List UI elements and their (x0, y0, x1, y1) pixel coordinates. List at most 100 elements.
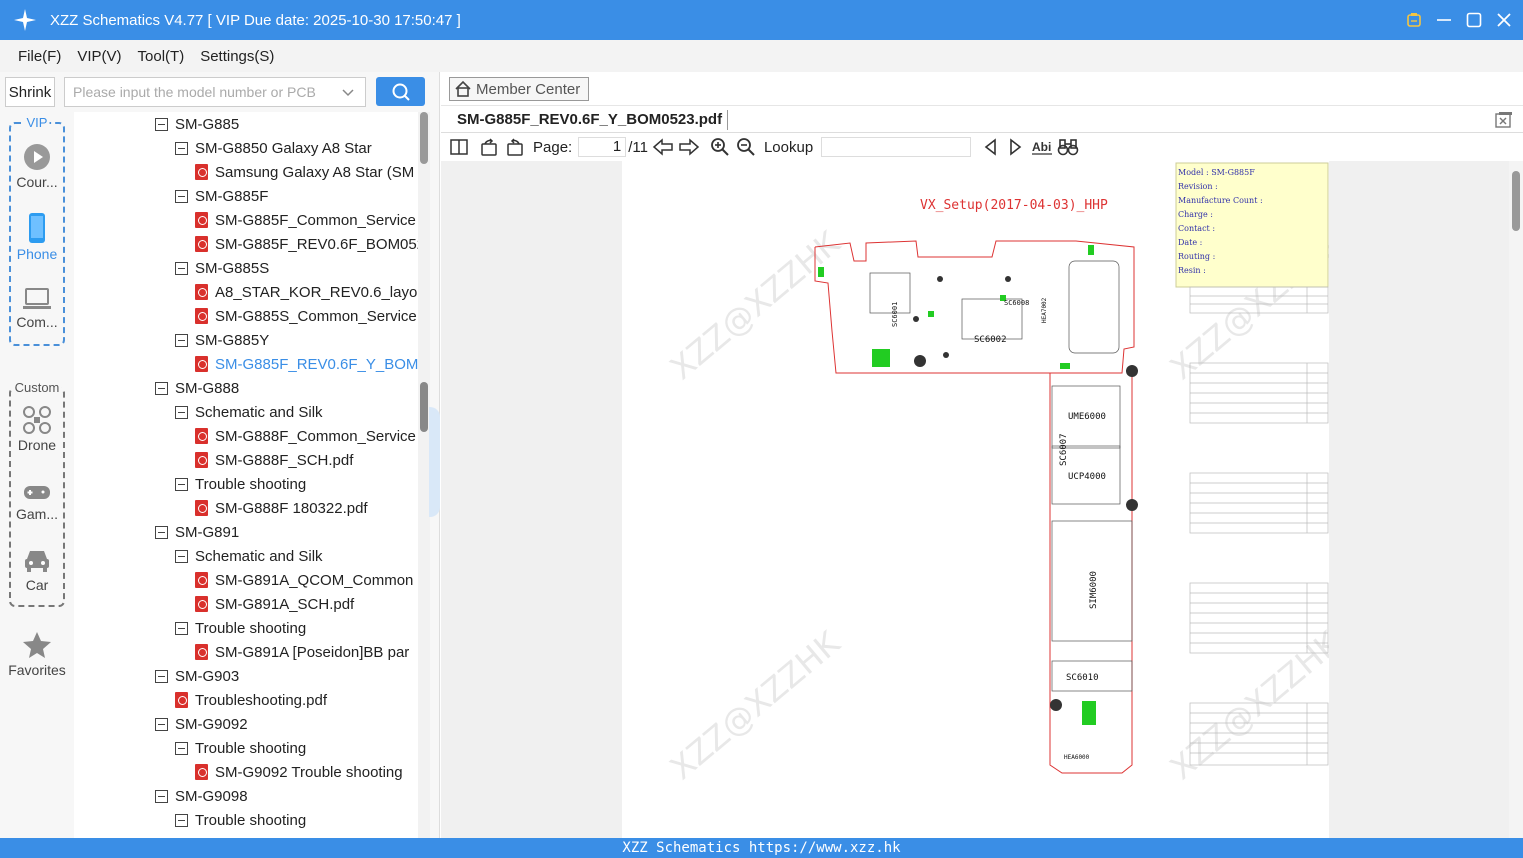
watermark-text: XZZ@XZZHK (1163, 623, 1329, 787)
tree-file[interactable]: SM-G891A [Poseidon]BB par (195, 640, 409, 664)
category-drone[interactable]: Drone (0, 405, 74, 453)
collapse-icon[interactable] (175, 261, 188, 275)
menu-tool[interactable]: Tool(T) (138, 48, 185, 65)
collapse-icon[interactable] (155, 789, 168, 803)
tree-node[interactable]: Trouble shooting (175, 472, 306, 496)
rotate-left-icon[interactable] (479, 137, 499, 157)
page-number-input[interactable]: 1 (578, 137, 627, 157)
collapse-icon[interactable] (175, 549, 188, 563)
sidebar-toggle-icon[interactable] (449, 137, 469, 157)
collapse-icon[interactable] (175, 813, 188, 827)
tree-node[interactable]: SM-G9092 (155, 712, 248, 736)
tree-node[interactable]: SM-G885 (155, 112, 239, 136)
info-line: Date : (1178, 238, 1202, 247)
tree-node[interactable]: Schematic and Silk (175, 544, 323, 568)
collapse-icon[interactable] (175, 741, 188, 755)
collapse-icon[interactable] (175, 333, 188, 347)
tree-file[interactable]: SM-G9092 Trouble shooting (195, 760, 403, 784)
tree-file[interactable]: SM-G888F_Common_Service (195, 424, 416, 448)
category-phone[interactable]: Phone (0, 212, 74, 262)
page-scroll-thumb[interactable] (1512, 171, 1520, 231)
panel-collapse-handle[interactable] (429, 407, 440, 517)
minimize-button[interactable] (1435, 11, 1453, 29)
tree-node[interactable]: SM-G885F (175, 184, 268, 208)
tree-file[interactable]: A8_STAR_KOR_REV0.6_layout (195, 280, 418, 304)
tree-node[interactable]: Trouble shooting (175, 616, 306, 640)
match-case-icon[interactable]: Abi (1031, 138, 1053, 156)
tree-node[interactable]: Trouble shooting (175, 808, 306, 832)
collapse-icon[interactable] (155, 381, 168, 395)
binoculars-icon[interactable] (1057, 137, 1079, 157)
collapse-icon[interactable] (155, 525, 168, 539)
info-line: Resin : (1178, 266, 1206, 275)
tree-node[interactable]: SM-G9098 (155, 784, 248, 808)
collapse-icon[interactable] (175, 189, 188, 203)
notebook-icon[interactable] (1405, 11, 1423, 29)
category-courses[interactable]: Cour... (0, 142, 74, 190)
tree-scroll-thumb-secondary[interactable] (420, 382, 428, 432)
tree-file[interactable]: SM-G888F_SCH.pdf (195, 448, 353, 472)
category-favorites[interactable]: Favorites (0, 630, 74, 678)
collapse-icon[interactable] (155, 117, 168, 131)
category-computer[interactable]: Com... (0, 286, 74, 330)
chevron-down-icon[interactable] (341, 85, 355, 99)
category-car[interactable]: Car (0, 545, 74, 593)
close-tabs-icon[interactable] (1495, 111, 1513, 129)
tree-file-selected[interactable]: SM-G885F_REV0.6F_Y_BOM0 (195, 352, 418, 376)
tree-node[interactable]: Trouble shooting (175, 736, 306, 760)
search-button[interactable] (376, 77, 425, 106)
tree-file[interactable]: Troubleshooting.pdf (175, 688, 327, 712)
tree-file[interactable]: SM-G885F_Common_Service (195, 208, 416, 232)
find-next-icon[interactable] (1007, 138, 1023, 156)
find-previous-icon[interactable] (983, 138, 999, 156)
tree-scroll-thumb[interactable] (420, 112, 428, 164)
pdf-viewer[interactable]: XZZ@XZZHK XZZ@XZZHK XZZ@XZZHK XZZ@XZZHK … (441, 161, 1523, 838)
tree-file[interactable]: SM-G885F_REV0.6F_BOM052 (195, 232, 418, 256)
rotate-right-icon[interactable] (505, 137, 525, 157)
status-bar: XZZ Schematics https://www.xzz.hk (0, 838, 1523, 858)
tree-file-label: SM-G888F_SCH.pdf (215, 451, 354, 469)
collapse-icon[interactable] (155, 669, 168, 683)
collapse-icon[interactable] (175, 621, 188, 635)
collapse-icon[interactable] (175, 477, 188, 491)
tree-file-label: SM-G885F_Common_Service (215, 211, 416, 229)
category-courses-label: Cour... (16, 174, 58, 190)
document-tab[interactable]: SM-G885F_REV0.6F_Y_BOM0523.pdf (457, 111, 722, 128)
next-page-icon[interactable] (678, 137, 700, 157)
tree-file[interactable]: SM-G891A_QCOM_Common (195, 568, 413, 592)
tree-node[interactable]: SM-G903 (155, 664, 239, 688)
collapse-icon[interactable] (175, 405, 188, 419)
tree-file[interactable]: SM-G891A_SCH.pdf (195, 592, 354, 616)
category-game[interactable]: Gam... (0, 480, 74, 522)
collapse-icon[interactable] (155, 717, 168, 731)
previous-page-icon[interactable] (652, 137, 674, 157)
tree-node[interactable]: SM-G885Y (175, 328, 269, 352)
tree-node[interactable]: SM-G888 (155, 376, 239, 400)
menu-file[interactable]: File(F) (18, 48, 61, 65)
menu-vip[interactable]: VIP(V) (77, 48, 121, 65)
shrink-button[interactable]: Shrink (5, 77, 55, 107)
member-center-button[interactable]: Member Center (449, 77, 589, 101)
search-input[interactable]: Please input the model number or PCB (64, 77, 366, 107)
tree-node[interactable]: Schematic and Silk (175, 400, 323, 424)
tree-file[interactable]: Samsung Galaxy A8 Star (SM (195, 160, 414, 184)
watermark-group: XZZ@XZZHK XZZ@XZZHK XZZ@XZZHK XZZ@XZZHK (663, 223, 1329, 787)
zoom-in-icon[interactable] (710, 137, 730, 157)
viewer-panel: Member Center SM-G885F_REV0.6F_Y_BOM0523… (441, 72, 1523, 838)
tree-node[interactable]: SM-G8850 Galaxy A8 Star (175, 136, 372, 160)
lookup-input[interactable] (821, 137, 972, 157)
phone-icon (29, 213, 45, 243)
svg-text:Abi: Abi (1032, 140, 1051, 154)
tree-node[interactable]: SM-G891 (155, 520, 239, 544)
maximize-button[interactable] (1465, 11, 1483, 29)
zoom-out-icon[interactable] (736, 137, 756, 157)
tree-file[interactable]: SM-G885S_Common_Service (195, 304, 417, 328)
tree-node-label: SM-G9092 (175, 715, 248, 733)
tree-file[interactable]: SM-G888F 180322.pdf (195, 496, 368, 520)
close-button[interactable] (1495, 11, 1513, 29)
menu-settings[interactable]: Settings(S) (200, 48, 274, 65)
page-scrollbar[interactable] (1509, 161, 1523, 838)
pdf-page[interactable]: XZZ@XZZHK XZZ@XZZHK XZZ@XZZHK XZZ@XZZHK … (622, 161, 1329, 838)
collapse-icon[interactable] (175, 141, 188, 155)
tree-node[interactable]: SM-G885S (175, 256, 269, 280)
